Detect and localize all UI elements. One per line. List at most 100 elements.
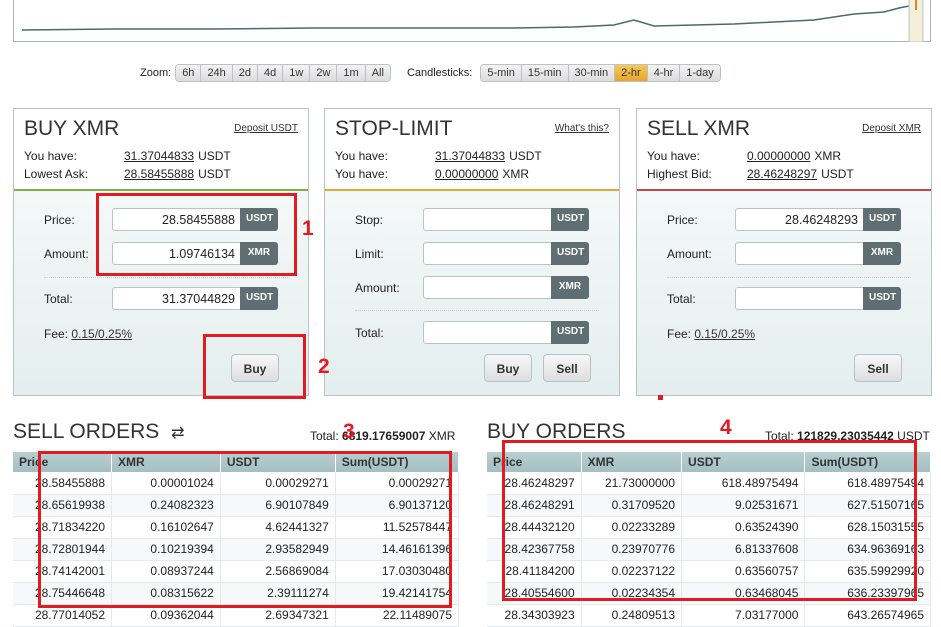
table-row[interactable]: 28.74142001 0.08937244 2.56869084 17.030304… bbox=[13, 560, 460, 583]
swap-arrows-icon[interactable]: ⇄ bbox=[171, 425, 184, 442]
order-amount: 0.24082323 bbox=[111, 494, 221, 517]
zoom-2w-button[interactable]: 2w bbox=[310, 65, 338, 81]
stop-limit-total-input[interactable] bbox=[423, 321, 553, 344]
order-sum: 618.48975494 bbox=[804, 472, 931, 495]
order-sum: 14.46161396 bbox=[335, 538, 460, 561]
table-row[interactable]: 28.72801944 0.10219394 2.93582949 14.461613… bbox=[13, 538, 460, 561]
buy-balance-value[interactable]: 31.37044833 bbox=[124, 149, 194, 163]
order-price[interactable]: 28.75446648 bbox=[13, 582, 113, 605]
sell-amount-input[interactable] bbox=[735, 242, 865, 265]
order-amount: 0.08315622 bbox=[111, 582, 221, 605]
order-price[interactable]: 28.72801944 bbox=[13, 538, 113, 561]
stop-limit-buy-button[interactable]: Buy bbox=[484, 354, 532, 382]
deposit-xmr-link[interactable]: Deposit XMR bbox=[862, 123, 921, 134]
price-chart[interactable] bbox=[13, 0, 931, 42]
deposit-usdt-link[interactable]: Deposit USDT bbox=[234, 123, 298, 134]
sell-fee-link[interactable]: 0.15/0.25% bbox=[694, 327, 755, 341]
candle-15min-button[interactable]: 15-min bbox=[521, 65, 569, 81]
table-row[interactable]: 28.71834220 0.16102647 4.62441327 11.525784… bbox=[13, 516, 460, 539]
order-price[interactable]: 28.46248297 bbox=[487, 472, 582, 495]
table-row[interactable]: 28.77014052 0.09362044 2.69347321 22.114890… bbox=[13, 604, 460, 627]
stop-limit-xmr-value[interactable]: 0.00000000 bbox=[435, 167, 498, 181]
sell-orders-header-row: Price XMR USDT Sum(USDT) bbox=[13, 452, 460, 472]
lowest-ask-label: Lowest Ask: bbox=[24, 167, 89, 181]
table-row[interactable]: 28.42367758 0.23970776 6.81337608 634.96369… bbox=[487, 538, 931, 561]
zoom-2d-button[interactable]: 2d bbox=[232, 65, 259, 81]
order-price[interactable]: 28.40554600 bbox=[487, 582, 582, 605]
table-row[interactable]: 28.46248297 21.73000000 618.48975494 618.48… bbox=[487, 472, 931, 495]
table-row[interactable]: 28.46248291 0.31709520 9.02531671 627.51507… bbox=[487, 494, 931, 517]
buy-total-unit: USDT bbox=[240, 287, 278, 310]
table-row[interactable]: 28.58455888 0.00001024 0.00029271 0.0002927… bbox=[13, 472, 460, 495]
order-price[interactable]: 28.58455888 bbox=[13, 472, 113, 495]
order-price[interactable]: 28.77014052 bbox=[13, 604, 113, 627]
zoom-4d-button[interactable]: 4d bbox=[258, 65, 284, 81]
order-total: 9.02531671 bbox=[681, 494, 806, 517]
buy-col-sum[interactable]: Sum(USDT) bbox=[804, 452, 931, 472]
buy-col-price[interactable]: Price bbox=[487, 452, 582, 472]
sell-button[interactable]: Sell bbox=[854, 354, 902, 382]
buy-amount-input[interactable]: 1.09746134 bbox=[112, 242, 242, 265]
order-amount: 0.16102647 bbox=[111, 516, 221, 539]
buy-total-input[interactable]: 31.37044829 bbox=[112, 287, 242, 310]
limit-input[interactable] bbox=[423, 242, 553, 265]
stop-limit-sell-button[interactable]: Sell bbox=[543, 354, 591, 382]
candle-4hr-button[interactable]: 4-hr bbox=[647, 65, 681, 81]
order-price[interactable]: 28.65619938 bbox=[13, 494, 113, 517]
sell-balance-value[interactable]: 0.00000000 bbox=[747, 149, 810, 163]
zoom-24h-button[interactable]: 24h bbox=[201, 65, 233, 81]
order-price[interactable]: 28.44432120 bbox=[487, 516, 582, 539]
buy-fee-link[interactable]: 0.15/0.25% bbox=[71, 327, 132, 341]
order-total: 2.56869084 bbox=[220, 560, 336, 583]
stop-limit-usdt-value[interactable]: 31.37044833 bbox=[435, 149, 505, 163]
sell-col-price[interactable]: Price bbox=[13, 452, 113, 472]
table-row[interactable]: 28.40554600 0.02234354 0.63468045 636.23397… bbox=[487, 582, 931, 605]
sell-form: Price: 28.46248293 USDT Amount: XMR Tota… bbox=[637, 191, 931, 395]
table-row[interactable]: 28.44432120 0.02233289 0.63524390 628.15031… bbox=[487, 516, 931, 539]
zoom-6h-button[interactable]: 6h bbox=[176, 65, 202, 81]
sell-col-sum[interactable]: Sum(USDT) bbox=[335, 452, 460, 472]
highest-bid-value[interactable]: 28.46248297 bbox=[747, 167, 817, 181]
zoom-1w-button[interactable]: 1w bbox=[283, 65, 311, 81]
zoom-all-button[interactable]: All bbox=[365, 65, 390, 81]
buy-fee-label: Fee: bbox=[44, 327, 69, 341]
sell-col-xmr[interactable]: XMR bbox=[111, 452, 221, 472]
stop-limit-amount-input[interactable] bbox=[423, 276, 553, 299]
sell-total-input[interactable] bbox=[735, 287, 865, 310]
candle-2hr-button[interactable]: 2-hr bbox=[615, 65, 648, 81]
order-amount: 0.02233289 bbox=[581, 516, 683, 539]
order-total: 2.93582949 bbox=[220, 538, 336, 561]
candle-5min-button[interactable]: 5-min bbox=[481, 65, 522, 81]
order-price[interactable]: 28.46248291 bbox=[487, 494, 582, 517]
highest-bid-row: Highest Bid: 28.46248297 USDT bbox=[647, 167, 921, 181]
sell-price-input[interactable]: 28.46248293 bbox=[735, 208, 865, 231]
lowest-ask-value[interactable]: 28.58455888 bbox=[124, 167, 194, 181]
buy-balance-label: You have: bbox=[24, 149, 77, 163]
stop-limit-divider bbox=[355, 310, 599, 311]
stop-limit-panel: STOP-LIMIT What's this? You have: 31.370… bbox=[324, 108, 620, 396]
order-price[interactable]: 28.34303923 bbox=[487, 604, 582, 627]
order-price[interactable]: 28.42367758 bbox=[487, 538, 582, 561]
buy-col-xmr[interactable]: XMR bbox=[581, 452, 683, 472]
zoom-1m-button[interactable]: 1m bbox=[337, 65, 366, 81]
order-price[interactable]: 28.71834220 bbox=[13, 516, 113, 539]
stop-limit-xmr-unit: XMR bbox=[502, 167, 530, 181]
buy-orders-title: BUY ORDERS bbox=[487, 420, 626, 443]
buy-price-input[interactable]: 28.58455888 bbox=[112, 208, 242, 231]
order-price[interactable]: 28.41184200 bbox=[487, 560, 582, 583]
candle-1day-button[interactable]: 1-day bbox=[680, 65, 720, 81]
sell-col-usdt[interactable]: USDT bbox=[220, 452, 336, 472]
order-sum: 6.90137120 bbox=[335, 494, 460, 517]
buy-orders-total-label: Total: bbox=[765, 429, 794, 443]
buy-button[interactable]: Buy bbox=[231, 354, 279, 382]
table-row[interactable]: 28.75446648 0.08315622 2.39111274 19.421417… bbox=[13, 582, 460, 605]
chart-controls: Zoom: 6h 24h 2d 4d 1w 2w 1m All Candlest… bbox=[140, 64, 737, 82]
buy-col-usdt[interactable]: USDT bbox=[681, 452, 806, 472]
whats-this-link[interactable]: What's this? bbox=[555, 123, 609, 134]
stop-input[interactable] bbox=[423, 208, 553, 231]
table-row[interactable]: 28.34303923 0.24809513 7.03177000 643.26574… bbox=[487, 604, 931, 627]
order-price[interactable]: 28.74142001 bbox=[13, 560, 113, 583]
table-row[interactable]: 28.65619938 0.24082323 6.90107849 6.9013712… bbox=[13, 494, 460, 517]
table-row[interactable]: 28.41184200 0.02237122 0.63560757 635.59929… bbox=[487, 560, 931, 583]
candle-30min-button[interactable]: 30-min bbox=[568, 65, 616, 81]
